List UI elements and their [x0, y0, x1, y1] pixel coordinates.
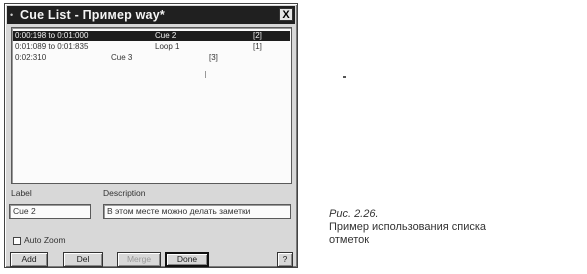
figure-number: Рис. 2.26. — [329, 208, 379, 220]
caption-line-1: Пример использования списка — [329, 221, 487, 233]
cue-row[interactable]: 0:01:089 to 0:01:835 Loop 1 [1] — [13, 42, 290, 52]
cue-time: 0:01:089 to 0:01:835 — [15, 42, 89, 51]
help-button[interactable]: ? — [277, 252, 293, 267]
cue-list-dialog: • Cue List - Пример way* X 0:00:198 to 0… — [4, 3, 298, 268]
cue-flag: [2] — [253, 31, 262, 40]
cue-name: Cue 2 — [155, 31, 177, 40]
del-button[interactable]: Del — [63, 252, 103, 267]
cue-list[interactable]: 0:00:198 to 0:01:000 Cue 2 [2] 0:01:089 … — [11, 27, 292, 184]
done-button[interactable]: Done — [165, 252, 209, 267]
label-caption: Label — [11, 188, 32, 198]
cue-time: 0:00:198 to 0:01:000 — [15, 31, 89, 40]
caption-line-2: отметок — [329, 234, 370, 246]
page-speck — [343, 76, 346, 78]
cue-time: 0:02:310 — [15, 53, 47, 62]
add-button[interactable]: Add — [10, 252, 48, 267]
auto-zoom-checkbox[interactable] — [13, 237, 21, 245]
description-input[interactable]: В этом месте можно делать заметки — [103, 204, 291, 219]
text-caret — [205, 71, 206, 78]
title-bar[interactable]: • Cue List - Пример way* X — [7, 6, 295, 24]
window-title: Cue List - Пример way* — [20, 8, 165, 22]
close-button[interactable]: X — [279, 8, 293, 21]
merge-button[interactable]: Merge — [117, 252, 161, 267]
cue-flag: [1] — [253, 42, 262, 51]
figure-caption: Рис. 2.26. Пример использования списка о… — [329, 208, 569, 247]
system-menu-icon[interactable]: • — [10, 10, 20, 20]
description-caption: Description — [103, 188, 146, 198]
cue-name: Loop 1 — [155, 42, 180, 51]
cue-row[interactable]: 0:00:198 to 0:01:000 Cue 2 [2] — [13, 31, 290, 41]
cue-row[interactable]: 0:02:310 Cue 3 [3] — [13, 53, 290, 63]
auto-zoom-label[interactable]: Auto Zoom — [24, 235, 66, 245]
cue-name: Cue 3 — [111, 53, 133, 62]
label-input[interactable]: Cue 2 — [9, 204, 91, 219]
cue-flag: [3] — [209, 53, 218, 62]
